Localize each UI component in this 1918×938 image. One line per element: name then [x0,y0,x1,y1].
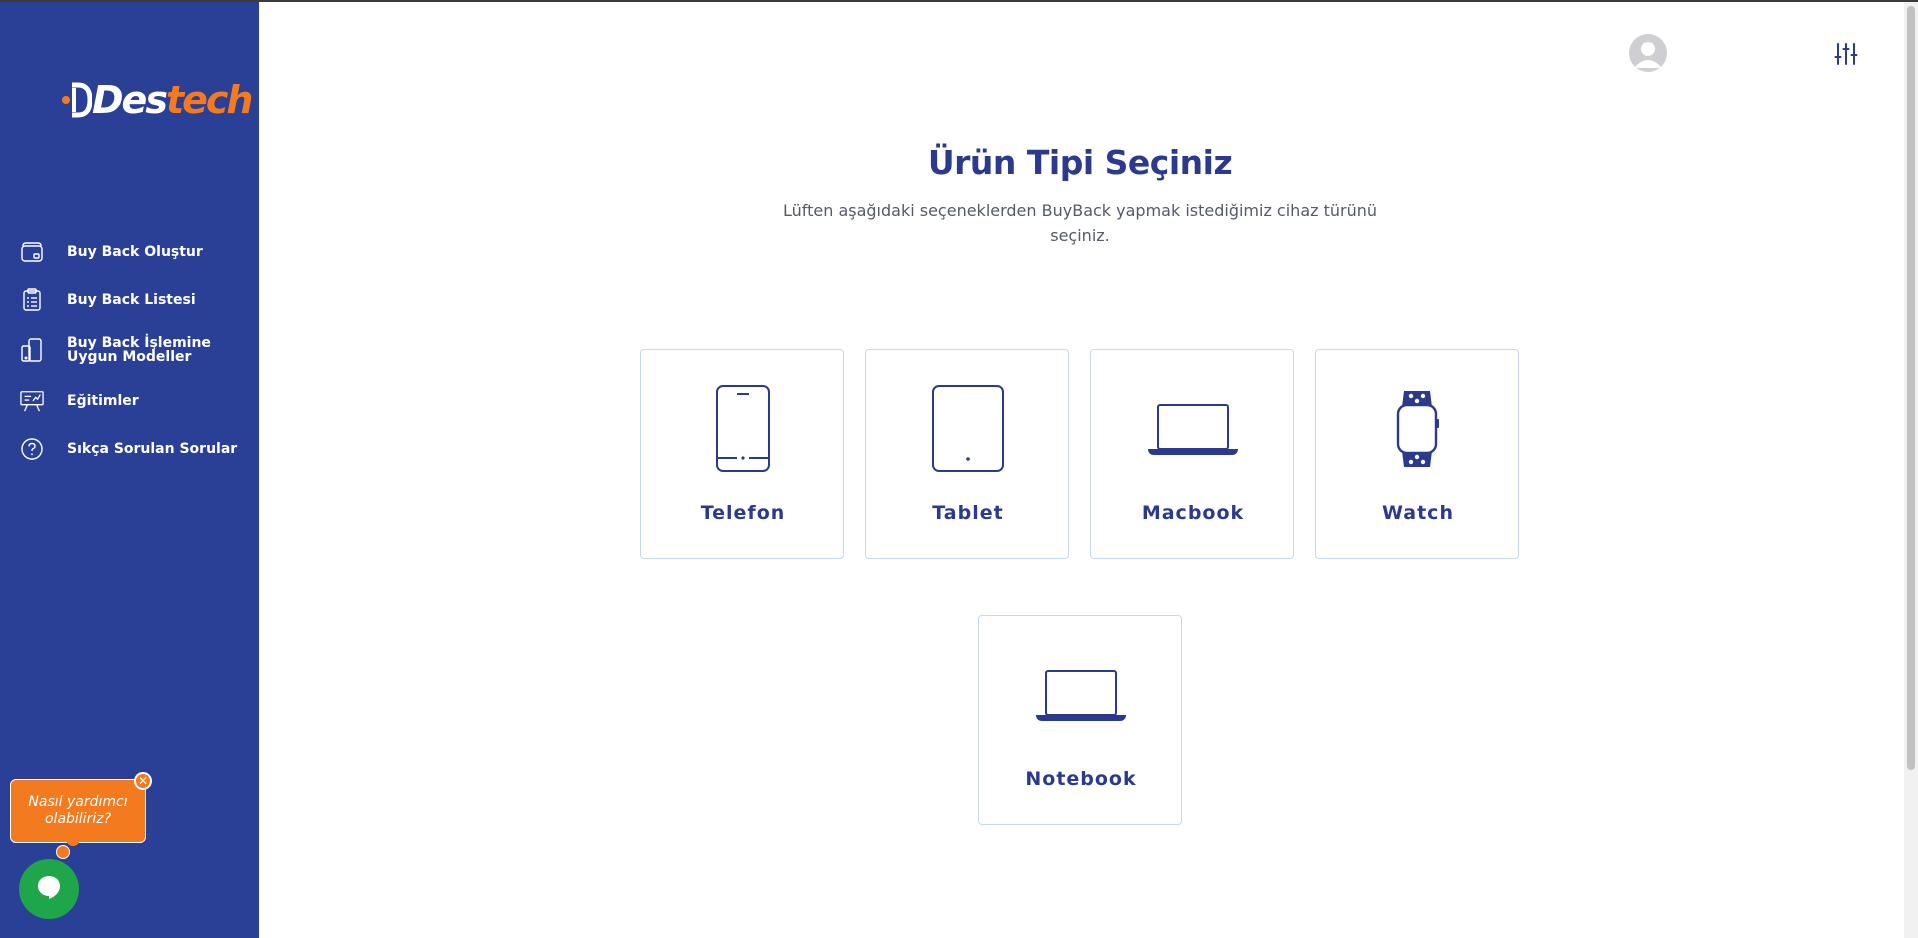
scrollbar-thumb[interactable] [1907,6,1915,770]
phone-icon [641,384,845,474]
presentation-icon [20,389,44,413]
sidebar-item-label: Sıkça Sorulan Sorular [67,441,238,457]
chat-bubble-icon [35,873,63,905]
question-circle-icon [20,437,44,461]
product-card-watch[interactable]: Watch [1315,349,1519,559]
logo-text-orange: tech [165,78,254,122]
sidebar-item-label: Buy Back Listesi [67,292,196,308]
laptop-icon [1091,384,1295,474]
user-silhouette-icon [1634,42,1662,68]
card-label: Notebook [1025,768,1137,790]
wallet-icon [20,240,44,264]
card-label: Telefon [700,502,786,524]
close-icon[interactable]: ✕ [134,772,152,790]
page-title: Ürün Tipi Seçiniz [927,143,1233,182]
sidebar-item-faq[interactable]: Sıkça Sorulan Sorular [0,433,259,465]
user-avatar[interactable] [1629,34,1667,72]
devices-icon [20,338,44,362]
vertical-scrollbar[interactable] [1904,2,1918,938]
sidebar-item-buyback-create[interactable]: Buy Back Oluştur [0,236,259,268]
sidebar-item-label: Buy Back Oluştur [67,244,203,260]
sidebar-item-trainings[interactable]: Eğitimler [0,385,259,417]
sliders-settings-icon[interactable] [1834,42,1858,66]
sidebar-item-label: Buy Back İşlemine Uygun Modeller [67,335,211,365]
card-label: Macbook [1141,502,1245,524]
tablet-icon [866,384,1070,474]
clipboard-list-icon [20,288,44,312]
page-subtitle: Lüften aşağıdaki seçeneklerden BuyBack y… [782,201,1378,245]
card-label: Watch [1382,502,1454,524]
destech-logo[interactable]: Destech [62,78,254,122]
sidebar-item-buyback-list[interactable]: Buy Back Listesi [0,284,259,316]
product-card-macbook[interactable]: Macbook [1090,349,1294,559]
product-card-tablet[interactable]: Tablet [865,349,1069,559]
product-card-notebook[interactable]: Notebook [978,615,1182,825]
watch-icon [1316,384,1520,474]
card-label: Tablet [932,502,1004,524]
sidebar-item-eligible-models[interactable]: Buy Back İşlemine Uygun Modeller [0,332,259,370]
logo-mark-icon [62,80,93,120]
product-card-telefon[interactable]: Telefon [640,349,844,559]
bubble-tail-dot [56,845,70,859]
chat-prompt-bubble[interactable]: Nasıl yardımcı olabiliriz? [10,779,146,843]
logo-text: Destech [92,78,254,122]
laptop-icon [979,650,1183,740]
logo-text-white: Des [92,78,168,122]
sidebar-item-label: Eğitimler [67,393,139,409]
window-top-border [0,0,1918,2]
chat-launcher-button[interactable] [19,859,79,919]
chat-prompt-text: Nasıl yardımcı olabiliriz? [28,794,128,827]
